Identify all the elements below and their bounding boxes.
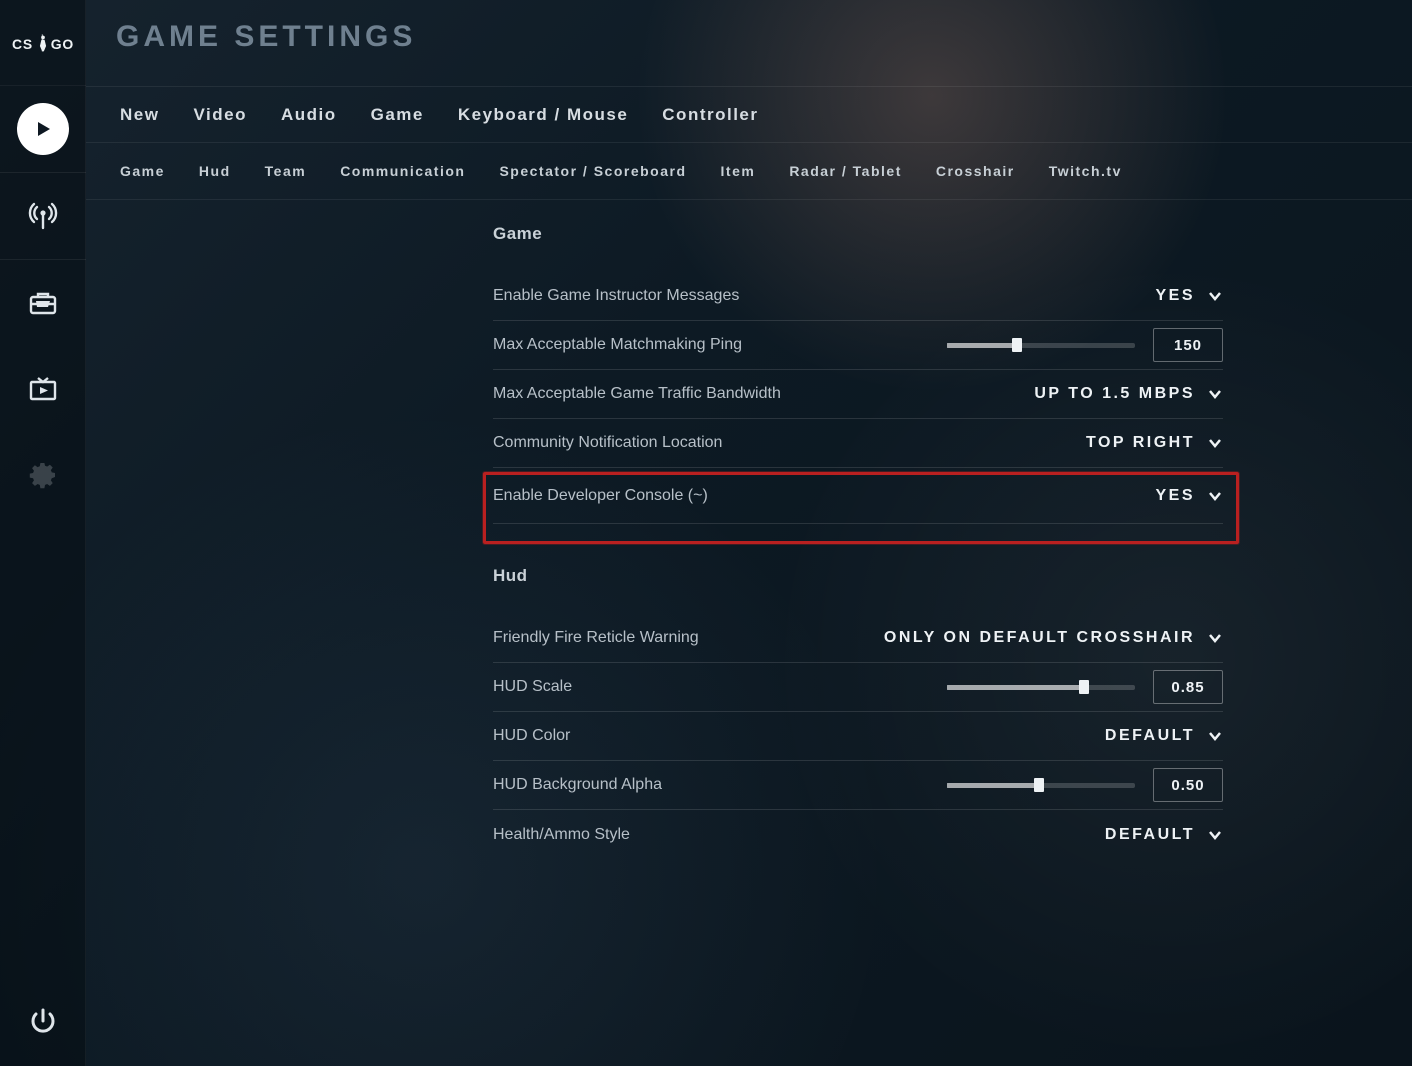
row-developer-console[interactable]: Enable Developer Console (~) YES <box>493 468 1223 524</box>
subtab-twitch[interactable]: Twitch.tv <box>1049 163 1122 179</box>
slider-fill <box>947 685 1084 690</box>
slider-fill <box>947 783 1039 788</box>
setting-value-dropdown[interactable]: DEFAULT <box>1105 727 1223 745</box>
settings-panel: Game Enable Game Instructor Messages YES… <box>86 200 1412 1066</box>
slider-value-box[interactable]: 150 <box>1153 328 1223 362</box>
tab-keyboard[interactable]: Keyboard / Mouse <box>458 105 628 125</box>
value-text: ONLY ON DEFAULT CROSSHAIR <box>884 629 1195 647</box>
setting-label: Enable Game Instructor Messages <box>493 287 739 305</box>
chevron-down-icon <box>1207 728 1223 744</box>
setting-slider-group: 0.50 <box>947 768 1223 802</box>
value-text: YES <box>1155 287 1195 305</box>
setting-value-dropdown[interactable]: ONLY ON DEFAULT CROSSHAIR <box>884 629 1223 647</box>
watch-icon[interactable] <box>0 346 86 432</box>
slider-value-box[interactable]: 0.50 <box>1153 768 1223 802</box>
game-logo[interactable]: CS GO <box>0 0 86 86</box>
row-friendly-fire-reticle[interactable]: Friendly Fire Reticle Warning ONLY ON DE… <box>493 614 1223 663</box>
chevron-down-icon <box>1207 386 1223 402</box>
play-button[interactable] <box>0 86 86 172</box>
slider-fill <box>947 343 1017 348</box>
setting-label: Friendly Fire Reticle Warning <box>493 629 699 647</box>
inventory-icon[interactable] <box>0 260 86 346</box>
subtab-radar[interactable]: Radar / Tablet <box>789 163 902 179</box>
svg-text:CS: CS <box>12 36 33 52</box>
setting-value-dropdown[interactable]: YES <box>1155 487 1223 505</box>
section-heading-hud: Hud <box>493 566 1223 586</box>
subtab-item[interactable]: Item <box>721 163 756 179</box>
value-text: TOP RIGHT <box>1086 434 1195 452</box>
setting-label: HUD Scale <box>493 678 572 696</box>
chevron-down-icon <box>1207 288 1223 304</box>
top-tabs: New Video Audio Game Keyboard / Mouse Co… <box>86 86 1412 143</box>
sub-tabs: Game Hud Team Communication Spectator / … <box>86 143 1412 200</box>
setting-slider-group: 0.85 <box>947 670 1223 704</box>
row-game-instructor[interactable]: Enable Game Instructor Messages YES <box>493 272 1223 321</box>
setting-label: Enable Developer Console (~) <box>493 487 708 505</box>
tab-controller[interactable]: Controller <box>662 105 758 125</box>
slider-thumb[interactable] <box>1012 338 1022 352</box>
value-text: UP TO 1.5 MBPS <box>1034 385 1195 403</box>
page-title: GAME SETTINGS <box>116 20 416 54</box>
sidebar: CS GO <box>0 0 86 1066</box>
setting-label: HUD Background Alpha <box>493 776 662 794</box>
chevron-down-icon <box>1207 488 1223 504</box>
slider-track[interactable] <box>947 685 1135 690</box>
row-notification-location[interactable]: Community Notification Location TOP RIGH… <box>493 419 1223 468</box>
setting-label: Max Acceptable Game Traffic Bandwidth <box>493 385 781 403</box>
subtab-crosshair[interactable]: Crosshair <box>936 163 1015 179</box>
subtab-team[interactable]: Team <box>265 163 307 179</box>
broadcast-icon[interactable] <box>0 173 86 259</box>
slider-track[interactable] <box>947 783 1135 788</box>
slider-track[interactable] <box>947 343 1135 348</box>
value-text: YES <box>1155 487 1195 505</box>
setting-value-dropdown[interactable]: YES <box>1155 287 1223 305</box>
tab-game[interactable]: Game <box>371 105 424 125</box>
row-health-ammo-style[interactable]: Health/Ammo Style DEFAULT <box>493 810 1223 859</box>
tab-video[interactable]: Video <box>193 105 246 125</box>
power-icon[interactable] <box>0 976 86 1066</box>
subtab-game[interactable]: Game <box>120 163 165 179</box>
subtab-communication[interactable]: Communication <box>340 163 465 179</box>
value-text: DEFAULT <box>1105 826 1195 844</box>
setting-slider-group: 150 <box>947 328 1223 362</box>
chevron-down-icon <box>1207 827 1223 843</box>
section-heading-game: Game <box>493 224 1223 244</box>
row-hud-scale[interactable]: HUD Scale 0.85 <box>493 663 1223 712</box>
slider-thumb[interactable] <box>1034 778 1044 792</box>
setting-value-dropdown[interactable]: UP TO 1.5 MBPS <box>1034 385 1223 403</box>
slider-value-box[interactable]: 0.85 <box>1153 670 1223 704</box>
row-matchmaking-ping[interactable]: Max Acceptable Matchmaking Ping 150 <box>493 321 1223 370</box>
row-bandwidth[interactable]: Max Acceptable Game Traffic Bandwidth UP… <box>493 370 1223 419</box>
slider-thumb[interactable] <box>1079 680 1089 694</box>
settings-gear-icon[interactable] <box>0 432 86 518</box>
setting-label: Community Notification Location <box>493 434 722 452</box>
svg-text:GO: GO <box>50 36 73 52</box>
row-hud-color[interactable]: HUD Color DEFAULT <box>493 712 1223 761</box>
setting-label: Max Acceptable Matchmaking Ping <box>493 336 742 354</box>
chevron-down-icon <box>1207 435 1223 451</box>
subtab-spectator[interactable]: Spectator / Scoreboard <box>499 163 686 179</box>
tab-new[interactable]: New <box>120 105 159 125</box>
row-hud-alpha[interactable]: HUD Background Alpha 0.50 <box>493 761 1223 810</box>
setting-value-dropdown[interactable]: TOP RIGHT <box>1086 434 1223 452</box>
setting-value-dropdown[interactable]: DEFAULT <box>1105 826 1223 844</box>
subtab-hud[interactable]: Hud <box>199 163 231 179</box>
chevron-down-icon <box>1207 630 1223 646</box>
setting-label: HUD Color <box>493 727 570 745</box>
value-text: DEFAULT <box>1105 727 1195 745</box>
setting-label: Health/Ammo Style <box>493 826 630 844</box>
tab-audio[interactable]: Audio <box>281 105 337 125</box>
